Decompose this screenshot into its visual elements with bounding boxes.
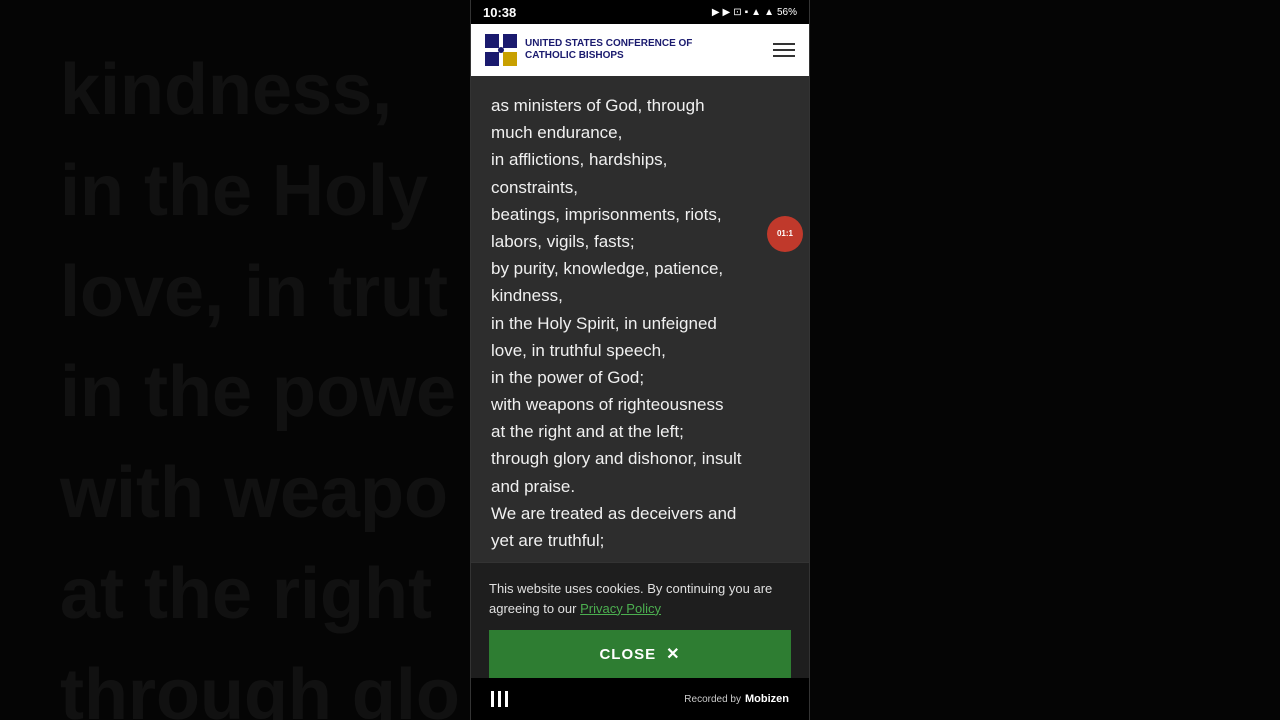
close-x-icon: ✕ (666, 644, 680, 664)
status-bar: 10:38 ▶ ▶ ⊡ ▪ ▲ ▲ 56% (471, 0, 809, 24)
bottom-bar: Recorded by Mobizen (471, 678, 809, 720)
logo-area: UNITED STATES CONFERENCE OF CATHOLIC BIS… (485, 34, 692, 66)
scripture-line-12: at the right and at the left; (491, 422, 684, 441)
hamburger-line-3 (773, 55, 795, 57)
status-time: 10:38 (483, 5, 516, 20)
usccb-logo-icon (485, 34, 517, 66)
scripture-line-4: beatings, imprisonments, riots, (491, 205, 722, 224)
mobizen-brand: Mobizen (745, 693, 789, 705)
nav-bar-3 (505, 691, 508, 707)
close-label: CLOSE (599, 646, 656, 663)
nav-bar-2 (498, 691, 501, 707)
scripture-line-9: love, in truthful speech, (491, 341, 666, 360)
close-button[interactable]: CLOSE ✕ (489, 630, 791, 678)
scripture-line-6: by purity, knowledge, patience, (491, 259, 723, 278)
scripture-line-7: kindness, (491, 286, 563, 305)
scripture-line-2: in afflictions, hardships, (491, 150, 667, 169)
battery-icon: ▪ (745, 7, 749, 18)
scripture-line-5: labors, vigils, fasts; (491, 232, 635, 251)
recorded-text: Recorded by (684, 694, 741, 705)
recorded-label: Recorded by Mobizen (684, 693, 789, 705)
scripture-line-15: We are treated as deceivers and (491, 504, 736, 523)
nav-bar-1 (491, 691, 494, 707)
app-header: UNITED STATES CONFERENCE OF CATHOLIC BIS… (471, 24, 809, 76)
scripture-line-1: much endurance, (491, 123, 622, 142)
signal-icon: ▲ (751, 7, 761, 18)
hamburger-menu[interactable] (773, 43, 795, 57)
scripture-line-11: with weapons of righteousness (491, 395, 723, 414)
scripture-line-14: and praise. (491, 477, 575, 496)
left-panel (0, 0, 470, 720)
scripture-line-3: constraints, (491, 178, 578, 197)
cookie-text: This website uses cookies. By continuing… (489, 579, 791, 618)
logo-text: UNITED STATES CONFERENCE OF CATHOLIC BIS… (525, 38, 692, 62)
youtube-icon: ▶ (712, 7, 720, 18)
battery-percent: 56% (777, 7, 797, 18)
hamburger-line-2 (773, 49, 795, 51)
scripture-line-8: in the Holy Spirit, in unfeigned (491, 314, 717, 333)
scripture-line-0: as ministers of God, through (491, 96, 705, 115)
right-panel (810, 0, 1280, 720)
scripture-line-13: through glory and dishonor, insult (491, 449, 741, 468)
recording-time: 01:1 (777, 230, 793, 239)
cast-icon: ⊡ (733, 7, 741, 18)
cookie-banner: This website uses cookies. By continuing… (471, 562, 809, 678)
youtube-icon-2: ▶ (723, 7, 731, 18)
scripture-line-16: yet are truthful; (491, 531, 604, 550)
privacy-policy-link[interactable]: Privacy Policy (580, 601, 661, 616)
hamburger-line-1 (773, 43, 795, 45)
scripture-text: as ministers of God, through much endura… (491, 92, 789, 554)
status-icons: ▶ ▶ ⊡ ▪ ▲ ▲ 56% (712, 7, 797, 18)
nav-indicator (491, 691, 508, 707)
scripture-line-10: in the power of God; (491, 368, 644, 387)
phone-frame: 10:38 ▶ ▶ ⊡ ▪ ▲ ▲ 56% UNITED STATES CONF… (470, 0, 810, 720)
wifi-icon: ▲ (764, 7, 774, 18)
recording-badge: 01:1 (767, 216, 803, 252)
